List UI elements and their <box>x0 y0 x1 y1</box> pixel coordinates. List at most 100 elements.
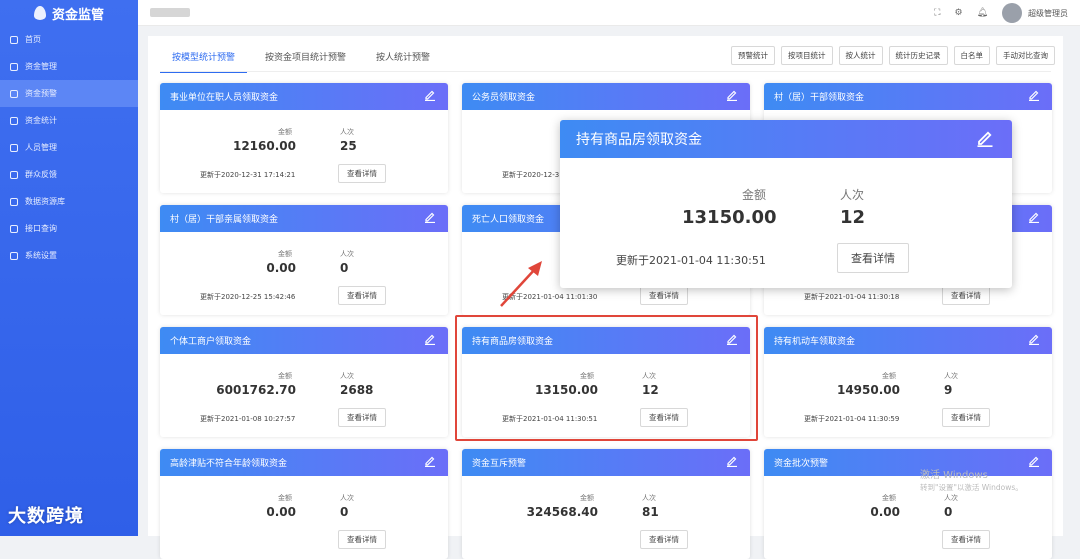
view-detail-button[interactable]: 查看详情 <box>640 286 688 305</box>
amount-label: 金额 <box>278 250 292 258</box>
card-title: 持有机动车领取资金 <box>774 337 856 347</box>
sidebar-item-label: 首页 <box>25 35 41 44</box>
sidebar-item-home[interactable]: 首页 <box>0 26 138 53</box>
updated-time: 更新于2021-01-04 11:30:59 <box>804 415 900 423</box>
sidebar-item-label: 人员管理 <box>25 143 57 152</box>
count-value: 2688 <box>340 383 374 397</box>
tab-bar: 按模型统计预警 按资金项目统计预警 按人统计预警 <box>160 46 448 73</box>
sidebar-item-settings[interactable]: 系统设置 <box>0 242 138 269</box>
view-detail-button[interactable]: 查看详情 <box>942 286 990 305</box>
tab-by-person[interactable]: 按人统计预警 <box>364 46 442 73</box>
divider <box>160 71 1051 72</box>
edit-icon[interactable] <box>424 211 436 223</box>
sidebar-item-api[interactable]: 接口查询 <box>0 215 138 242</box>
card-title: 村（居）干部领取资金 <box>774 93 865 103</box>
amount-label: 金额 <box>278 128 292 136</box>
alert-icon <box>10 89 18 98</box>
count-label: 人次 <box>944 494 958 502</box>
settings-icon[interactable]: ⚙ <box>954 8 962 18</box>
avatar[interactable] <box>1002 3 1022 23</box>
sidebar-item-fund-manage[interactable]: 资金管理 <box>0 53 138 80</box>
app-logo: 资金监管 <box>0 0 138 26</box>
alert-card: 持有机动车领取资金 金额 人次 14950.00 9 更新于2021-01-04 11:3… <box>764 327 1052 437</box>
count-label: 人次 <box>340 250 354 258</box>
tab-by-project[interactable]: 按资金项目统计预警 <box>253 46 358 73</box>
feedback-icon <box>10 170 18 179</box>
history-button[interactable]: 统计历史记录 <box>888 46 948 65</box>
whitelist-button[interactable]: 白名单 <box>953 46 990 65</box>
watermark-logo: 大数跨境 <box>8 506 84 527</box>
amount-label: 金额 <box>278 494 292 502</box>
updated-time: 更新于2020-12-3 <box>502 171 560 179</box>
alert-stats-button[interactable]: 预警统计 <box>731 46 775 65</box>
view-detail-button[interactable]: 查看详情 <box>338 530 386 549</box>
card-title: 个体工商户领取资金 <box>170 337 252 347</box>
fullscreen-icon[interactable]: ⛶ <box>934 8 940 18</box>
card-title: 资金批次预警 <box>774 459 829 469</box>
view-detail-button[interactable]: 查看详情 <box>942 530 990 549</box>
database-icon <box>10 197 18 206</box>
edit-icon[interactable] <box>424 89 436 101</box>
windows-watermark-line2: 转到"设置"以激活 Windows。 <box>920 483 1023 492</box>
popup-detail-button[interactable]: 查看详情 <box>837 243 909 273</box>
amount-value: 0.00 <box>870 505 900 519</box>
view-detail-button[interactable]: 查看详情 <box>338 286 386 305</box>
bell-icon[interactable]: 🔔︎ <box>977 8 988 18</box>
alert-card: 资金批次预警 金额 人次 0.00 0 查看详情 <box>764 449 1052 559</box>
chart-icon <box>10 116 18 125</box>
user-name[interactable]: 超级管理员 <box>1028 8 1068 19</box>
amount-value: 6001762.70 <box>216 383 296 397</box>
sidebar-item-feedback[interactable]: 群众反馈 <box>0 161 138 188</box>
topbar-icons: ⛶ ⚙ 🔔︎ 超级管理员 <box>934 3 1068 23</box>
amount-label: 金额 <box>278 372 292 380</box>
card-header: 持有机动车领取资金 <box>764 327 1052 354</box>
edit-icon[interactable] <box>424 333 436 345</box>
updated-time: 更新于2020-12-25 15:42:46 <box>200 293 296 301</box>
edit-icon[interactable] <box>1028 211 1040 223</box>
updated-time: 更新于2020-12-31 17:14:21 <box>200 171 296 179</box>
tab-by-model[interactable]: 按模型统计预警 <box>160 46 248 73</box>
sidebar-item-people[interactable]: 人员管理 <box>0 134 138 161</box>
alert-card: 村（居）干部亲属领取资金 金额 人次 0.00 0 更新于2020-12-25 15:42… <box>160 205 448 315</box>
person-stats-button[interactable]: 按人统计 <box>838 46 883 65</box>
count-label: 人次 <box>340 128 354 136</box>
card-header: 资金互斥预警 <box>462 449 750 476</box>
sidebar-item-label: 资金统计 <box>25 116 57 125</box>
sidebar-item-label: 资金管理 <box>25 62 57 71</box>
amount-label: 金额 <box>882 494 896 502</box>
updated-time: 更新于2021-01-04 11:30:18 <box>804 293 900 301</box>
count-value: 0 <box>340 261 349 275</box>
card-title: 事业单位在职人员领取资金 <box>170 93 279 103</box>
sidebar-item-fund-alert[interactable]: 资金预警 <box>0 80 138 107</box>
sidebar: 资金监管 首页 资金管理 资金预警 资金统计 人员管理 群众反馈 数据资源库 接… <box>0 0 138 536</box>
card-header: 村（居）干部领取资金 <box>764 83 1052 110</box>
view-detail-button[interactable]: 查看详情 <box>942 408 990 427</box>
count-value: 81 <box>642 505 659 519</box>
manual-compare-button[interactable]: 手动对比查询 <box>996 46 1055 65</box>
amount-value: 12160.00 <box>232 139 296 153</box>
popup-updated: 更新于2021-01-04 11:30:51 <box>616 254 766 267</box>
view-detail-button[interactable]: 查看详情 <box>640 530 688 549</box>
sidebar-item-database[interactable]: 数据资源库 <box>0 188 138 215</box>
people-icon <box>10 143 18 152</box>
alert-card: 高龄津贴不符合年龄领取资金 金额 人次 0.00 0 查看详情 <box>160 449 448 559</box>
edit-icon[interactable] <box>424 455 436 467</box>
edit-icon[interactable] <box>1028 455 1040 467</box>
sidebar-item-fund-stats[interactable]: 资金统计 <box>0 107 138 134</box>
edit-icon[interactable] <box>726 89 738 101</box>
amount-value: 324568.40 <box>526 505 598 519</box>
amount-label: 金额 <box>882 372 896 380</box>
card-title: 死亡人口领取资金 <box>472 215 545 225</box>
amount-value: 14950.00 <box>836 383 900 397</box>
project-stats-button[interactable]: 按项目统计 <box>781 46 833 65</box>
view-detail-button[interactable]: 查看详情 <box>338 164 386 183</box>
edit-icon[interactable] <box>976 129 994 147</box>
view-detail-button[interactable]: 查看详情 <box>338 408 386 427</box>
windows-watermark-line1: 激活 Windows <box>920 470 988 481</box>
edit-icon[interactable] <box>726 455 738 467</box>
popup-amount: 13150.00 <box>682 207 777 228</box>
edit-icon[interactable] <box>1028 333 1040 345</box>
count-label: 人次 <box>340 372 354 380</box>
edit-icon[interactable] <box>1028 89 1040 101</box>
wallet-icon <box>10 62 18 71</box>
